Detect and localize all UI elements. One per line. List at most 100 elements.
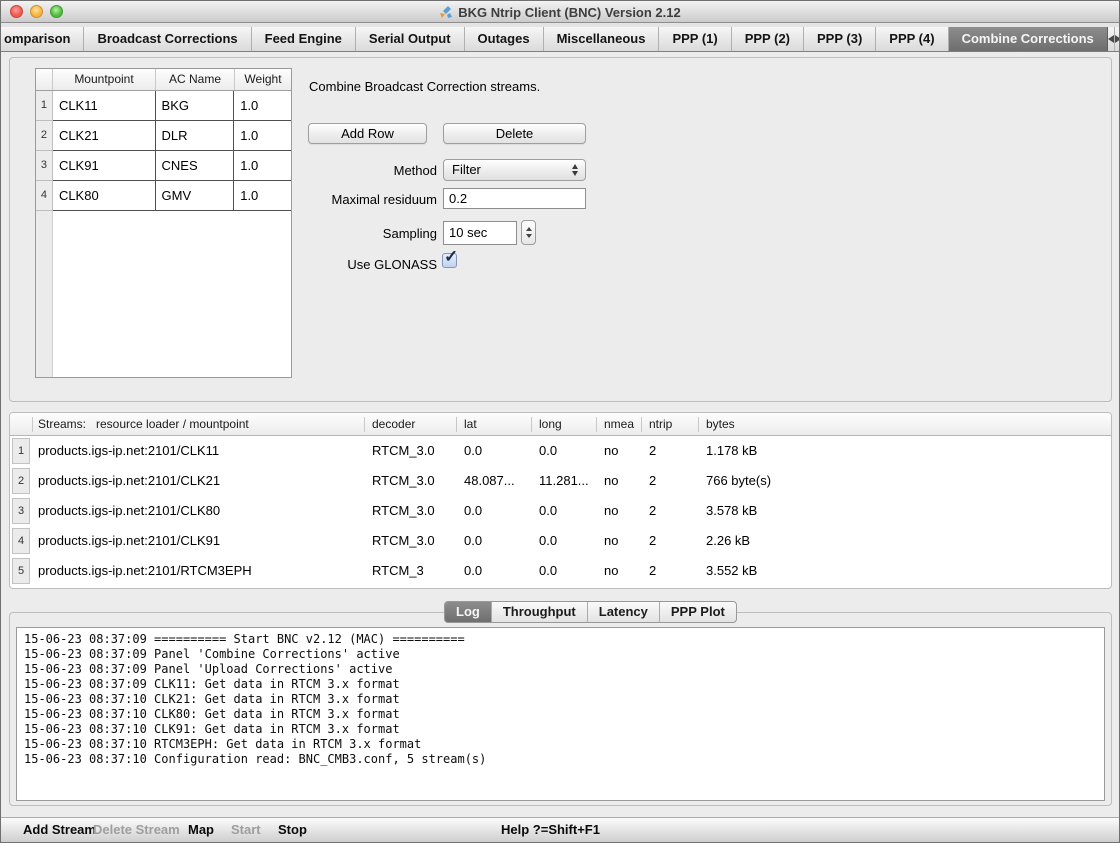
tab-feed-engine[interactable]: Feed Engine <box>252 27 356 51</box>
tab-log[interactable]: Log <box>445 602 491 622</box>
tab-scroll-right-button[interactable] <box>1115 27 1120 51</box>
column-separator <box>698 417 699 432</box>
cell-nmea: no <box>604 526 618 556</box>
header-ac-name: AC Name <box>156 69 235 90</box>
log-line: 15-06-23 08:37:10 RTCM3EPH: Get data in … <box>24 737 1097 752</box>
cell-ntrip: 2 <box>649 496 656 526</box>
stream-row[interactable]: 2 products.igs-ip.net:2101/CLK21 RTCM_3.… <box>10 466 1111 496</box>
log-output: 15-06-23 08:37:09 ========== Start BNC v… <box>16 627 1105 801</box>
cell-mountpoint[interactable]: CLK80 <box>53 181 156 211</box>
cell-ac-name[interactable]: GMV <box>156 181 235 211</box>
row-number: 4 <box>36 181 53 211</box>
cell-ac-name[interactable]: BKG <box>156 91 235 121</box>
header-weight: Weight <box>235 69 291 90</box>
cell-mountpoint[interactable]: CLK21 <box>53 121 156 151</box>
cell-stream-mountpoint: products.igs-ip.net:2101/CLK91 <box>38 526 220 556</box>
log-line: 15-06-23 08:37:09 Panel 'Upload Correcti… <box>24 662 1097 677</box>
panel-description: Combine Broadcast Correction streams. <box>309 79 540 94</box>
tab-ppp-plot[interactable]: PPP Plot <box>659 602 736 622</box>
tab-broadcast-corrections[interactable]: Broadcast Corrections <box>84 27 251 51</box>
sampling-input[interactable]: 10 sec <box>443 221 517 245</box>
title-container: BKG Ntrip Client (BNC) Version 2.12 <box>1 1 1119 23</box>
row-number: 1 <box>36 91 53 121</box>
log-line: 15-06-23 08:37:10 CLK91: Get data in RTC… <box>24 722 1097 737</box>
cell-long: 11.281... <box>539 466 589 496</box>
tab-throughput[interactable]: Throughput <box>491 602 587 622</box>
maximal-residuum-input[interactable]: 0.2 <box>443 188 586 209</box>
stop-button[interactable]: Stop <box>278 818 307 842</box>
table-row: 4 CLK80 GMV 1.0 <box>36 181 291 211</box>
cell-ac-name[interactable]: DLR <box>156 121 235 151</box>
row-number: 4 <box>12 528 30 554</box>
tab-ppp-1[interactable]: PPP (1) <box>659 27 731 51</box>
dropdown-arrows-icon <box>572 164 578 176</box>
cell-decoder: RTCM_3 <box>372 556 424 586</box>
tab-ppp-2[interactable]: PPP (2) <box>732 27 804 51</box>
tab-serial-output[interactable]: Serial Output <box>356 27 465 51</box>
cell-weight[interactable]: 1.0 <box>234 121 291 151</box>
cell-nmea: no <box>604 436 618 466</box>
maximal-residuum-label: Maximal residuum <box>282 192 437 207</box>
method-dropdown[interactable]: Filter <box>443 159 586 181</box>
tab-miscellaneous[interactable]: Miscellaneous <box>544 27 660 51</box>
tab-latency[interactable]: Latency <box>587 602 659 622</box>
log-line: 15-06-23 08:37:09 Panel 'Combine Correct… <box>24 647 1097 662</box>
tab-comparison[interactable]: omparison <box>1 27 84 51</box>
streams-table: Streams: resource loader / mountpoint de… <box>9 412 1112 589</box>
column-separator <box>596 417 597 432</box>
cell-mountpoint[interactable]: CLK91 <box>53 151 156 181</box>
add-row-button[interactable]: Add Row <box>308 123 427 144</box>
tab-combine-corrections[interactable]: Combine Corrections <box>949 27 1108 51</box>
delete-row-button[interactable]: Delete <box>443 123 586 144</box>
cell-long: 0.0 <box>539 436 557 466</box>
tab-scroll-left-button[interactable] <box>1108 27 1115 51</box>
title-bar[interactable]: BKG Ntrip Client (BNC) Version 2.12 <box>1 1 1119 23</box>
tab-outages[interactable]: Outages <box>465 27 544 51</box>
cell-nmea: no <box>604 496 618 526</box>
row-number: 2 <box>36 121 53 151</box>
log-panel: 15-06-23 08:37:09 ========== Start BNC v… <box>9 612 1112 806</box>
method-label: Method <box>282 163 437 178</box>
main-tab-bar: omparison Broadcast Corrections Feed Eng… <box>1 23 1119 52</box>
bottom-action-bar: Add Stream Delete Stream Map Start Stop … <box>1 817 1119 842</box>
stream-row[interactable]: 4 products.igs-ip.net:2101/CLK91 RTCM_3.… <box>10 526 1111 556</box>
cell-bytes: 1.178 kB <box>706 436 757 466</box>
cell-long: 0.0 <box>539 496 557 526</box>
cell-ntrip: 2 <box>649 556 656 586</box>
log-line: 15-06-23 08:37:10 CLK80: Get data in RTC… <box>24 707 1097 722</box>
stepper-up-icon[interactable] <box>526 227 532 231</box>
row-number: 3 <box>36 151 53 181</box>
column-separator <box>531 417 532 432</box>
tab-ppp-3[interactable]: PPP (3) <box>804 27 876 51</box>
header-nmea: nmea <box>604 413 634 435</box>
sampling-stepper[interactable] <box>521 220 536 245</box>
cell-bytes: 3.578 kB <box>706 496 757 526</box>
combination-table[interactable]: Mountpoint AC Name Weight 1 CLK11 BKG 1.… <box>35 68 292 378</box>
stream-row[interactable]: 3 products.igs-ip.net:2101/CLK80 RTCM_3.… <box>10 496 1111 526</box>
table-row: 2 CLK21 DLR 1.0 <box>36 121 291 151</box>
use-glonass-label: Use GLONASS <box>282 257 437 272</box>
cell-lat: 0.0 <box>464 526 482 556</box>
cell-mountpoint[interactable]: CLK11 <box>53 91 156 121</box>
window-title: BKG Ntrip Client (BNC) Version 2.12 <box>458 5 680 20</box>
row-number: 2 <box>12 468 30 494</box>
combination-table-header: Mountpoint AC Name Weight <box>36 69 291 91</box>
cell-weight[interactable]: 1.0 <box>234 91 291 121</box>
add-stream-button[interactable]: Add Stream <box>23 818 96 842</box>
header-bytes: bytes <box>706 413 735 435</box>
stream-row[interactable]: 5 products.igs-ip.net:2101/RTCM3EPH RTCM… <box>10 556 1111 586</box>
use-glonass-checkbox[interactable]: ✓ <box>442 253 457 268</box>
method-value: Filter <box>452 162 481 177</box>
app-logo-icon <box>439 5 453 19</box>
row-number: 3 <box>12 498 30 524</box>
map-button[interactable]: Map <box>188 818 214 842</box>
cell-ac-name[interactable]: CNES <box>156 151 235 181</box>
cell-lat: 0.0 <box>464 436 482 466</box>
tab-ppp-4[interactable]: PPP (4) <box>876 27 948 51</box>
cell-nmea: no <box>604 466 618 496</box>
delete-stream-button: Delete Stream <box>93 818 180 842</box>
row-number: 1 <box>12 438 30 464</box>
stream-row[interactable]: 1 products.igs-ip.net:2101/CLK11 RTCM_3.… <box>10 436 1111 466</box>
stepper-down-icon[interactable] <box>526 234 532 238</box>
checkmark-icon: ✓ <box>444 247 458 267</box>
